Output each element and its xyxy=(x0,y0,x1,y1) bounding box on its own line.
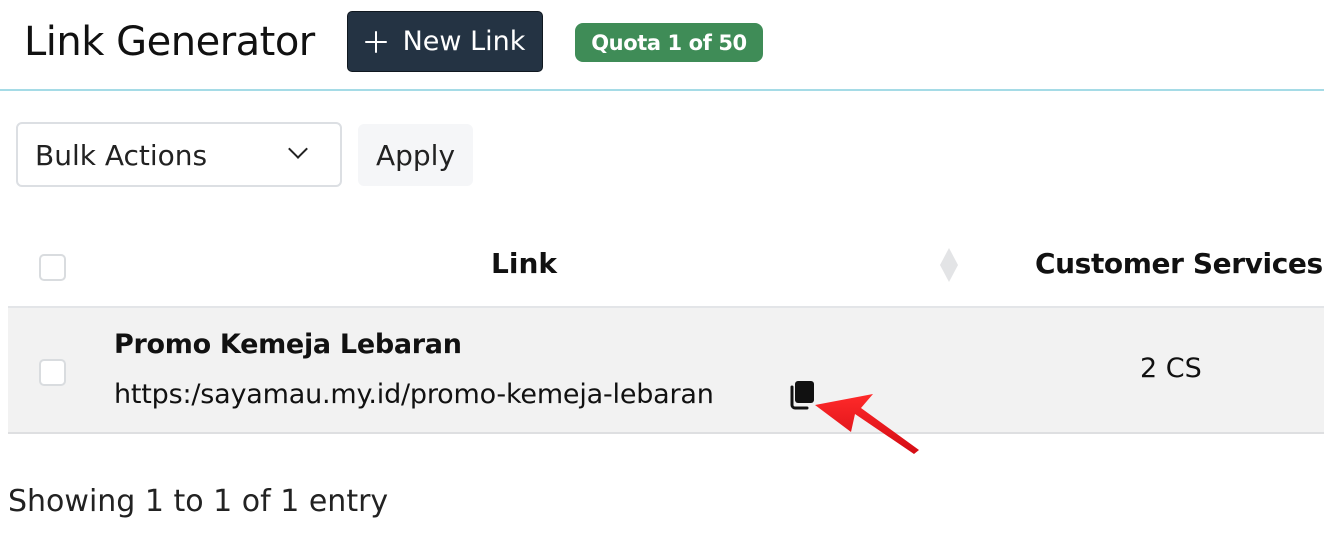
row-checkbox[interactable] xyxy=(39,359,66,386)
new-link-button[interactable]: New Link xyxy=(347,11,543,72)
select-all-checkbox[interactable] xyxy=(39,254,66,281)
link-url[interactable]: https:/sayamau.my.id/promo-kemeja-lebara… xyxy=(114,378,714,412)
page-header: Link Generator New Link Quota 1 of 50 xyxy=(0,0,1324,91)
column-header-customer-services[interactable]: Customer Services xyxy=(1035,247,1323,281)
new-link-label: New Link xyxy=(402,26,526,57)
bulk-actions-select[interactable]: Bulk Actions xyxy=(16,122,342,187)
copy-icon[interactable] xyxy=(789,380,815,410)
plus-icon xyxy=(364,30,387,53)
quota-badge: Quota 1 of 50 xyxy=(575,23,763,62)
table-row: Promo Kemeja Lebaran https:/sayamau.my.i… xyxy=(8,308,1324,434)
page-title: Link Generator xyxy=(24,19,315,65)
bulk-actions-value: Bulk Actions xyxy=(35,139,208,172)
link-name: Promo Kemeja Lebaran xyxy=(114,329,462,360)
chevron-down-icon xyxy=(288,139,308,159)
table-header-row: Link Customer Services xyxy=(8,216,1324,308)
apply-button[interactable]: Apply xyxy=(358,124,473,186)
customer-services-count: 2 CS xyxy=(1140,353,1202,384)
column-header-link[interactable]: Link xyxy=(491,247,557,281)
pointer-arrow-annotation xyxy=(815,394,919,454)
sort-icon[interactable] xyxy=(939,246,959,284)
table-info: Showing 1 to 1 of 1 entry xyxy=(8,484,389,519)
